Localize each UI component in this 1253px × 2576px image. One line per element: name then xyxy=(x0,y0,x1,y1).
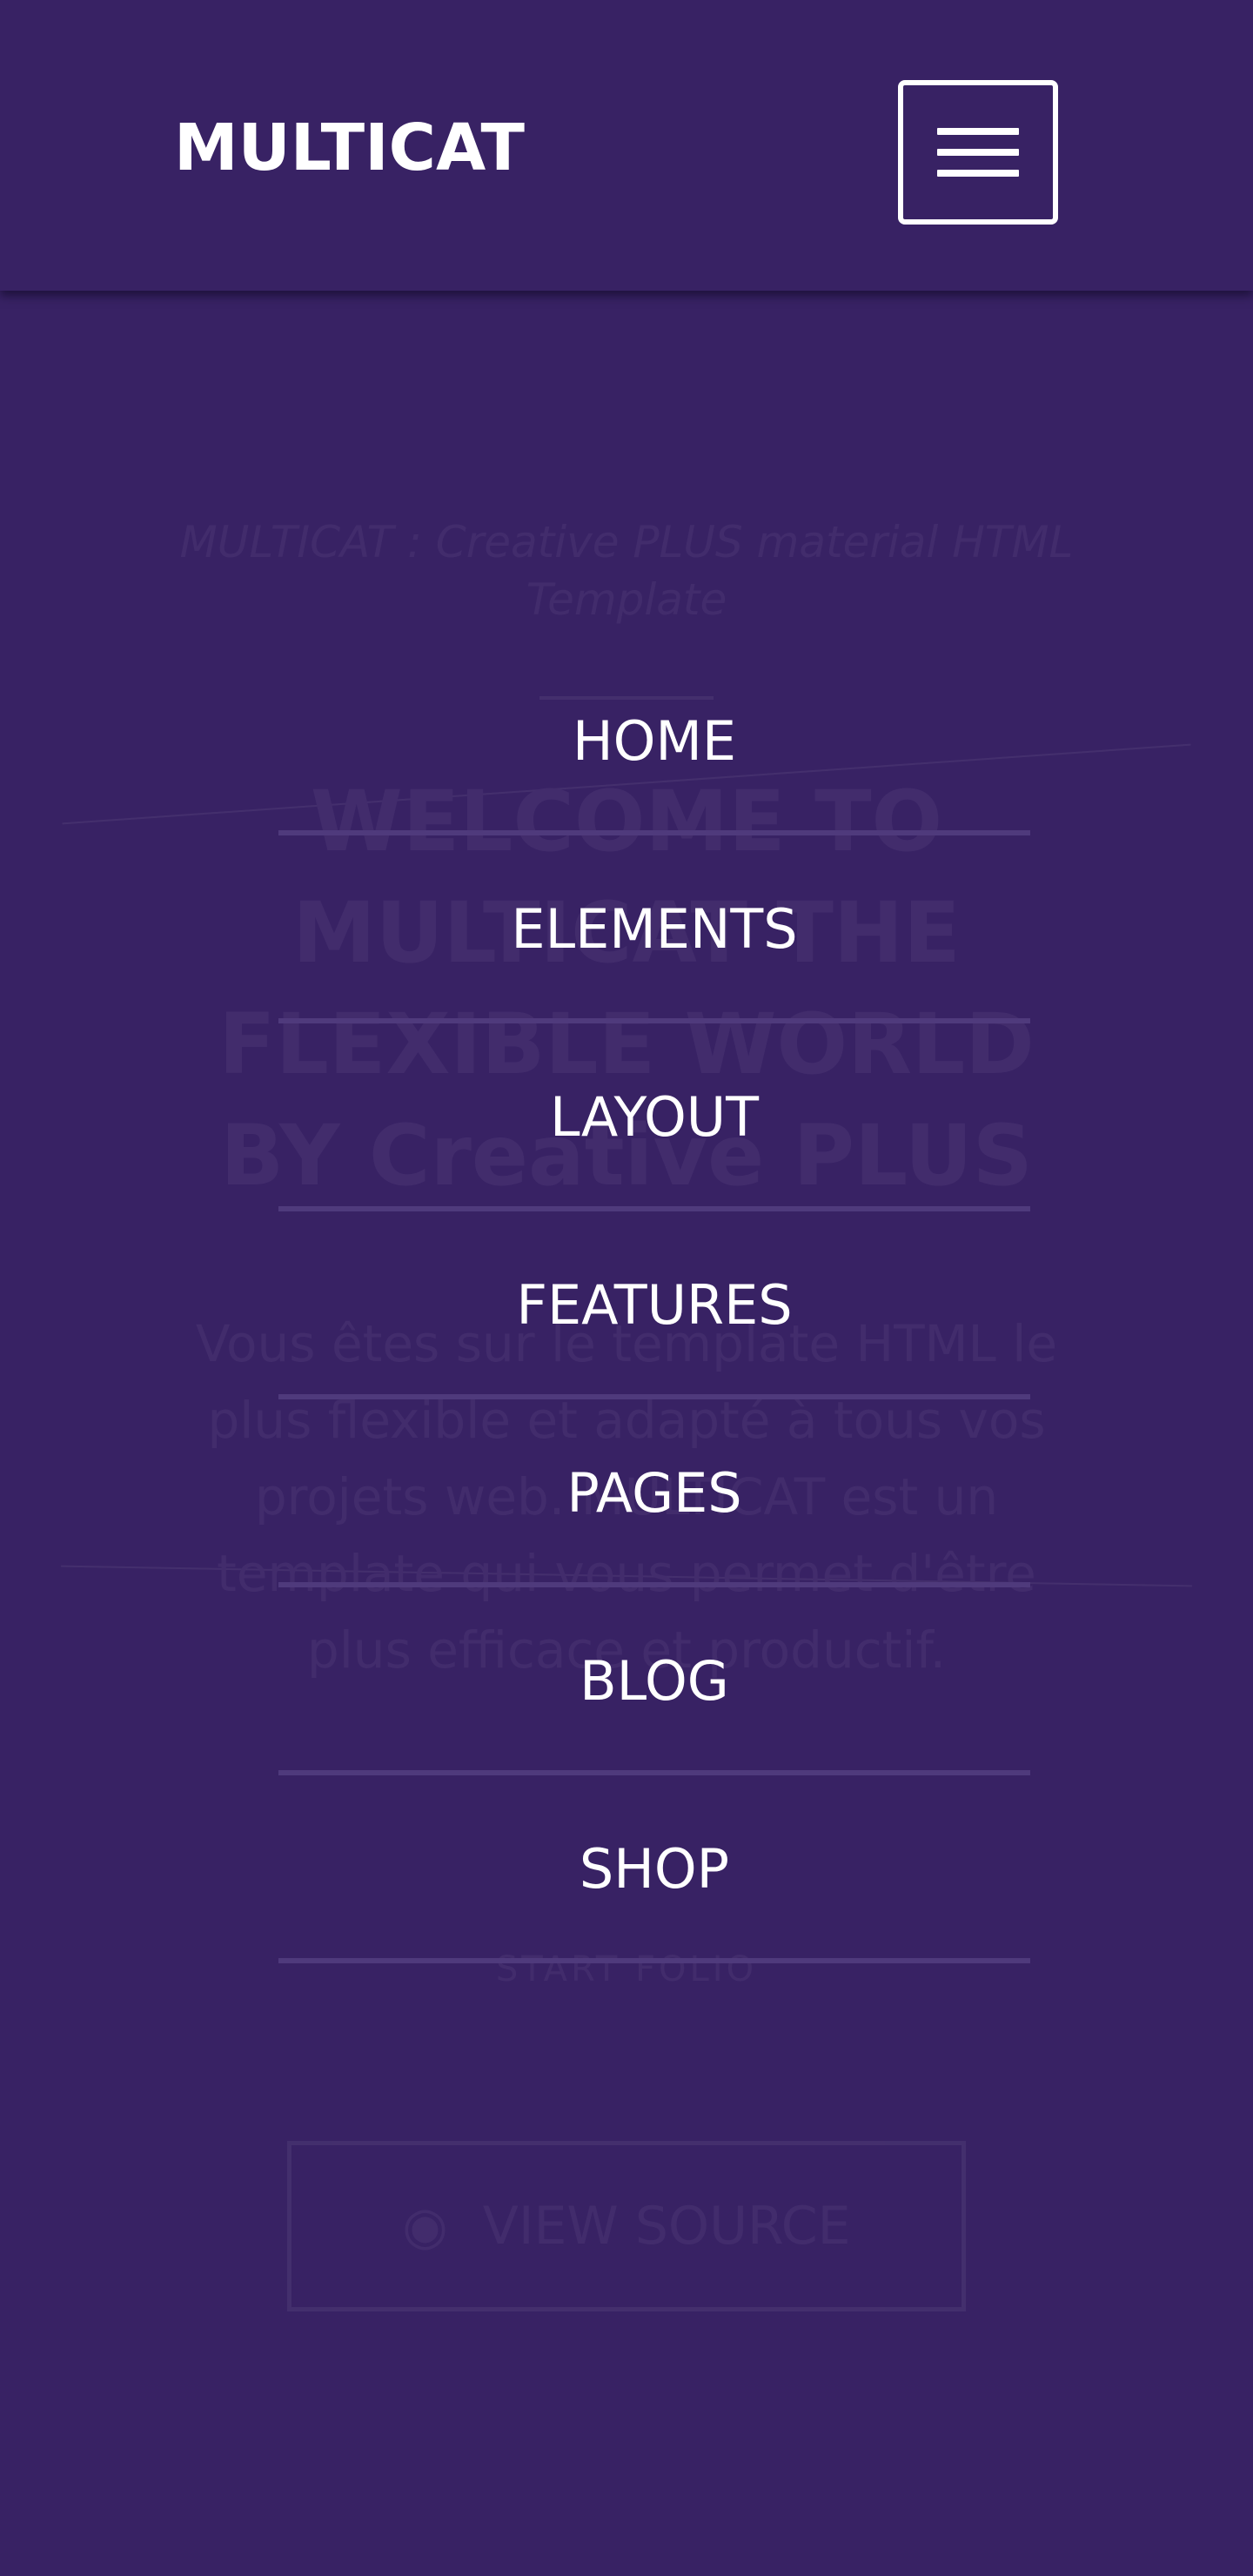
hero-subtitle: MULTICAT : Creative PLUS material HTML T… xyxy=(179,517,1074,625)
hamburger-icon-bar xyxy=(937,128,1019,135)
hamburger-icon-bar xyxy=(937,170,1019,177)
brand-logo[interactable]: MULTICAT xyxy=(174,103,525,193)
nav-item-features[interactable]: FEATURES xyxy=(278,1211,1030,1399)
main-nav-menu: HOME ELEMENTS LAYOUT FEATURES PAGES BLOG… xyxy=(278,647,1030,1963)
hamburger-icon-bar xyxy=(937,149,1019,156)
view-source-button: ◉ VIEW SOURCE xyxy=(287,2141,966,2311)
github-icon: ◉ xyxy=(402,2196,448,2257)
nav-item-shop[interactable]: SHOP xyxy=(278,1775,1030,1963)
nav-item-pages[interactable]: PAGES xyxy=(278,1399,1030,1587)
page: MULTICAT : Creative PLUS material HTML T… xyxy=(0,0,1253,2576)
nav-item-home[interactable]: HOME xyxy=(278,647,1030,835)
nav-item-layout[interactable]: LAYOUT xyxy=(278,1023,1030,1211)
nav-item-blog[interactable]: BLOG xyxy=(278,1587,1030,1775)
menu-toggle-button[interactable] xyxy=(898,80,1058,225)
view-source-label: VIEW SOURCE xyxy=(482,2196,851,2257)
nav-item-elements[interactable]: ELEMENTS xyxy=(278,835,1030,1023)
header: MULTICAT xyxy=(0,0,1253,291)
